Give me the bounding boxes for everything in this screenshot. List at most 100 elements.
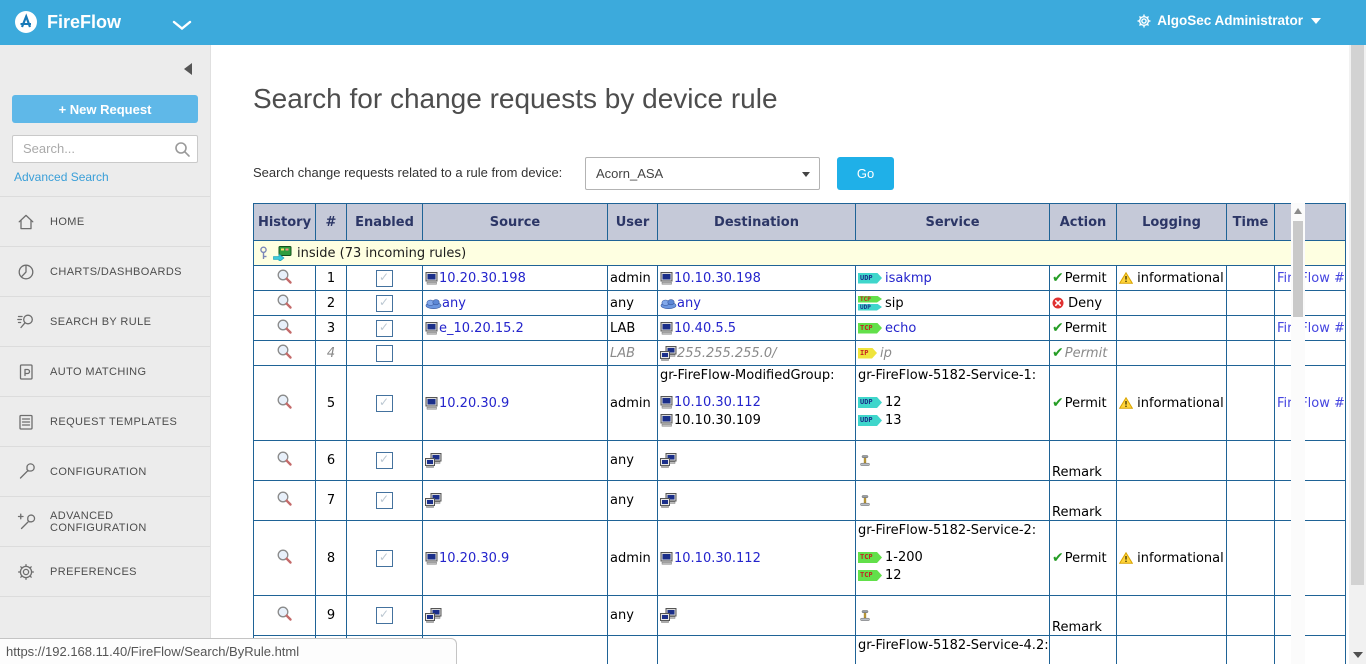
- tcp-protocol-icon: TCP: [858, 570, 882, 581]
- logging-label: informational: [1137, 551, 1224, 566]
- host-icon: [425, 552, 439, 565]
- search-rule-icon: [16, 312, 36, 332]
- action-label: Deny: [1068, 296, 1102, 311]
- source-value[interactable]: any: [442, 296, 466, 311]
- network-icon: [660, 493, 677, 508]
- history-magnifier-icon[interactable]: [276, 299, 293, 314]
- key-icon: [259, 246, 268, 260]
- history-magnifier-icon[interactable]: [276, 349, 293, 364]
- action-cell: Deny: [1050, 291, 1117, 316]
- time-cell: [1227, 316, 1275, 341]
- column-header-service: Service: [856, 204, 1050, 241]
- zone-group-label: inside (73 incoming rules): [297, 246, 466, 261]
- history-magnifier-icon[interactable]: [276, 456, 293, 471]
- user-value: [608, 636, 658, 664]
- scroll-down-icon[interactable]: [1353, 652, 1363, 658]
- history-magnifier-icon[interactable]: [276, 324, 293, 339]
- service-value[interactable]: isakmp: [885, 271, 932, 286]
- service-group-label: gr-FireFlow-5182-Service-1:: [858, 368, 1047, 383]
- destination-value[interactable]: any: [677, 296, 701, 311]
- enabled-checkbox[interactable]: [376, 607, 393, 624]
- chevron-down-icon[interactable]: [172, 17, 192, 35]
- table-scrollbar-thumb[interactable]: [1293, 221, 1303, 317]
- advanced-search-link[interactable]: Advanced Search: [14, 170, 109, 184]
- logging-cell: informational: [1117, 521, 1227, 596]
- host-icon: [660, 414, 674, 427]
- sidebar-item-preferences[interactable]: PREFERENCES: [0, 546, 210, 597]
- user-value: admin: [608, 366, 658, 441]
- sidebar-item-search-by-rule[interactable]: SEARCH BY RULE: [0, 296, 210, 346]
- history-magnifier-icon[interactable]: [276, 611, 293, 626]
- service-value: 12: [885, 568, 902, 583]
- enabled-checkbox[interactable]: [376, 320, 393, 337]
- service-value: 12: [885, 395, 902, 410]
- configuration-icon: [16, 462, 36, 482]
- host-icon: [660, 396, 674, 409]
- action-cell: [1050, 636, 1117, 664]
- page-scrollbar[interactable]: [1349, 45, 1366, 664]
- source-value[interactable]: 10.20.30.9: [439, 396, 509, 411]
- history-magnifier-icon[interactable]: [276, 554, 293, 569]
- sidebar-item-configuration[interactable]: CONFIGURATION: [0, 446, 210, 496]
- sidebar-item-advanced-configuration[interactable]: ADVANCED CONFIGURATION: [0, 496, 210, 546]
- time-cell: [1227, 291, 1275, 316]
- anysvc-icon: [858, 610, 872, 622]
- device-select[interactable]: Acorn_ASA: [585, 157, 820, 190]
- sidebar-item-charts-dashboards[interactable]: CHARTS/DASHBOARDS: [0, 246, 210, 296]
- fireflow-ticket-link[interactable]: FireFlow #: [1277, 271, 1345, 286]
- history-magnifier-icon[interactable]: [276, 496, 293, 511]
- page-scrollbar-thumb[interactable]: [1351, 45, 1364, 585]
- sidebar-item-home[interactable]: HOME: [0, 196, 210, 246]
- column-header-enabled: Enabled: [347, 204, 423, 241]
- go-button[interactable]: Go: [837, 157, 894, 190]
- action-label: Permit: [1065, 396, 1107, 411]
- table-scrollbar[interactable]: [1291, 203, 1305, 664]
- time-cell: [1227, 636, 1275, 664]
- enabled-checkbox[interactable]: [376, 345, 393, 362]
- destination-value[interactable]: 10.10.30.112: [674, 551, 761, 566]
- action-cell: Remark: [1050, 441, 1117, 481]
- column-header-blank: [1275, 204, 1346, 241]
- source-value[interactable]: 10.20.30.198: [439, 271, 526, 286]
- permit-check-icon: ✔: [1052, 320, 1064, 336]
- destination-value[interactable]: 10.10.30.112: [674, 395, 761, 410]
- user-value: LAB: [608, 316, 658, 341]
- search-input[interactable]: [21, 140, 175, 157]
- column-header-time: Time: [1227, 204, 1275, 241]
- source-value[interactable]: e_10.20.15.2: [439, 321, 524, 336]
- permit-check-icon: ✔: [1052, 395, 1064, 411]
- scroll-up-icon[interactable]: [1294, 208, 1302, 214]
- new-request-button[interactable]: + New Request: [12, 95, 198, 123]
- enabled-checkbox[interactable]: [376, 270, 393, 287]
- source-value[interactable]: 10.20.30.9: [439, 551, 509, 566]
- fireflow-ticket-link[interactable]: FireFlow #: [1277, 396, 1345, 411]
- destination-value[interactable]: 10.10.30.198: [674, 271, 761, 286]
- sidebar-item-auto-matching[interactable]: AUTO MATCHING: [0, 346, 210, 396]
- table-header-row: History#EnabledSourceUserDestinationServ…: [254, 204, 1346, 241]
- udp-protocol-icon: UDP: [858, 397, 882, 408]
- fireflow-ticket-link[interactable]: FireFlow #: [1277, 321, 1345, 336]
- destination-value[interactable]: 10.40.5.5: [674, 321, 736, 336]
- enabled-checkbox[interactable]: [376, 550, 393, 567]
- brand-title: FireFlow: [47, 12, 121, 33]
- status-url: https://192.168.11.40/FireFlow/Search/By…: [0, 644, 299, 659]
- enabled-checkbox[interactable]: [376, 492, 393, 509]
- warning-icon: [1119, 272, 1133, 284]
- sidebar-item-request-templates[interactable]: REQUEST TEMPLATES: [0, 396, 210, 446]
- enabled-checkbox[interactable]: [376, 395, 393, 412]
- history-magnifier-icon[interactable]: [276, 274, 293, 289]
- sidebar: + New Request Advanced Search HOMECHARTS…: [0, 45, 211, 664]
- enabled-checkbox[interactable]: [376, 295, 393, 312]
- deny-icon: [1052, 297, 1064, 309]
- service-value[interactable]: echo: [885, 321, 916, 336]
- user-menu[interactable]: AlgoSec Administrator: [1137, 13, 1321, 28]
- rule-number: 1: [316, 266, 347, 291]
- history-magnifier-icon[interactable]: [276, 399, 293, 414]
- top-bar: FireFlow AlgoSec Administrator: [0, 0, 1366, 45]
- enabled-checkbox[interactable]: [376, 452, 393, 469]
- time-cell: [1227, 266, 1275, 291]
- collapse-sidebar-icon[interactable]: [184, 63, 192, 75]
- brand: FireFlow: [14, 10, 121, 34]
- sidebar-item-label: ADVANCED CONFIGURATION: [50, 510, 210, 534]
- column-header-action: Action: [1050, 204, 1117, 241]
